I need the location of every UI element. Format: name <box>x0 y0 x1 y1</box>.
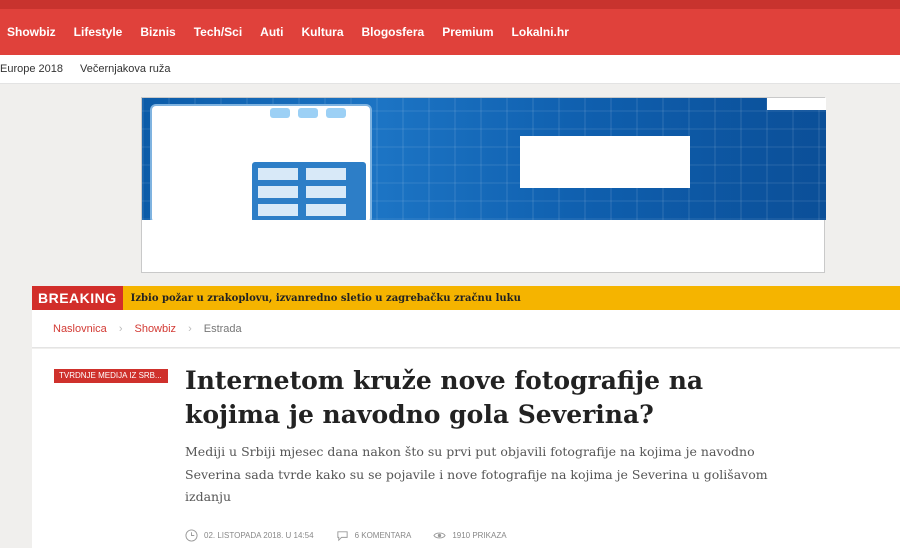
breadcrumb-showbiz[interactable]: Showbiz <box>134 323 176 335</box>
comment-bubble-icon <box>336 531 348 542</box>
subnav-item-europe[interactable]: Europe 2018 <box>0 63 72 75</box>
eye-icon <box>433 532 446 539</box>
views-count: 1910 PRIKAZA <box>452 531 507 540</box>
breadcrumb-separator-icon: › <box>118 322 123 335</box>
nav-item-lifestyle[interactable]: Lifestyle <box>65 9 132 55</box>
nav-item-blogosfera[interactable]: Blogosfera <box>353 9 434 55</box>
article-tag[interactable]: TVRDNJE MEDIJA IZ SRB... <box>54 369 168 383</box>
ad-banner-image <box>142 98 826 220</box>
comments-link[interactable]: 6 KOMENTARA <box>336 529 412 542</box>
breadcrumb-estrada[interactable]: Estrada <box>204 323 242 335</box>
nav-item-kultura[interactable]: Kultura <box>293 9 353 55</box>
breadcrumb: Naslovnica › Showbiz › Estrada <box>32 310 900 348</box>
main-nav: Showbiz Lifestyle Biznis Tech/Sci Auti K… <box>0 9 900 55</box>
sub-nav: Europe 2018 Večernjakova ruža <box>0 55 900 84</box>
breaking-headline-link[interactable]: Izbio požar u zrakoplovu, izvanredno sle… <box>123 293 521 304</box>
nav-item-showbiz[interactable]: Showbiz <box>0 9 65 55</box>
breaking-label: BREAKING <box>32 286 123 310</box>
ad-banner[interactable] <box>141 97 826 273</box>
ad-illustration <box>150 104 372 220</box>
ad-text-box <box>520 136 690 188</box>
breaking-news-bar[interactable]: BREAKING Izbio požar u zrakoplovu, izvan… <box>32 286 900 310</box>
nav-item-tech-sci[interactable]: Tech/Sci <box>185 9 251 55</box>
article: TVRDNJE MEDIJA IZ SRB... Internetom kruž… <box>32 349 900 548</box>
top-strip <box>0 0 900 9</box>
nav-item-biznis[interactable]: Biznis <box>131 9 184 55</box>
clock-icon <box>185 529 198 542</box>
article-date: 02. LISTOPADA 2018. U 14:54 <box>204 531 314 540</box>
article-headline: Internetom kruže nove fotografije na koj… <box>185 366 704 429</box>
article-meta: 02. LISTOPADA 2018. U 14:54 6 KOMENTARA … <box>185 529 529 542</box>
article-lede: Mediji u Srbiji mjesec dana nakon što su… <box>185 444 768 504</box>
nav-item-premium[interactable]: Premium <box>433 9 502 55</box>
breadcrumb-naslovnica[interactable]: Naslovnica <box>53 323 107 335</box>
ad-corner-box <box>767 98 826 110</box>
subnav-item-ruza[interactable]: Večernjakova ruža <box>72 63 180 75</box>
nav-item-auti[interactable]: Auti <box>251 9 292 55</box>
comments-count[interactable]: 6 KOMENTARA <box>355 531 412 540</box>
nav-item-lokalni[interactable]: Lokalni.hr <box>503 9 578 55</box>
breadcrumb-separator-icon: › <box>188 322 192 335</box>
